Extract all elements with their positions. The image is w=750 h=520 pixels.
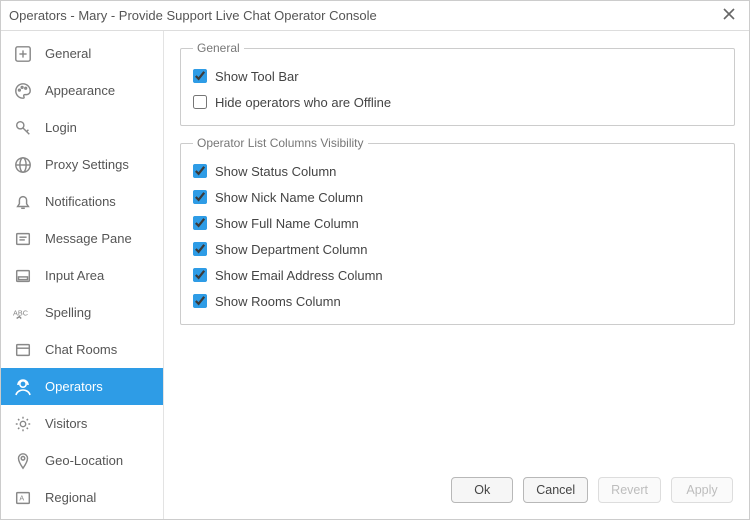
group-general: General Show Tool Bar Hide operators who … <box>180 41 735 126</box>
svg-text:ABC: ABC <box>13 308 28 317</box>
window-title: Operators - Mary - Provide Support Live … <box>9 8 717 23</box>
abc-icon: ABC <box>13 303 33 323</box>
checkbox-label[interactable]: Show Department Column <box>215 242 367 257</box>
sidebar-item-message-pane[interactable]: Message Pane <box>1 220 163 257</box>
button-row: Ok Cancel Revert Apply <box>180 477 735 509</box>
checkbox-label[interactable]: Show Tool Bar <box>215 69 299 84</box>
sidebar-item-diagnostics[interactable]: Diagnostics <box>1 516 163 519</box>
revert-button[interactable]: Revert <box>598 477 661 503</box>
sidebar-item-chat-rooms[interactable]: Chat Rooms <box>1 331 163 368</box>
checkbox-label[interactable]: Show Rooms Column <box>215 294 341 309</box>
checkbox-label[interactable]: Show Email Address Column <box>215 268 383 283</box>
sidebar-item-label: Appearance <box>45 83 115 98</box>
option-row: Show Full Name Column <box>193 210 722 236</box>
option-row: Hide operators who are Offline <box>193 89 722 115</box>
pin-icon <box>13 451 33 471</box>
option-row: Show Tool Bar <box>193 63 722 89</box>
key-icon <box>13 118 33 138</box>
option-row: Show Rooms Column <box>193 288 722 314</box>
checkbox-show-tool-bar[interactable] <box>193 69 207 83</box>
sidebar-item-proxy-settings[interactable]: Proxy Settings <box>1 146 163 183</box>
checkbox-hide-operators-who-are-offline[interactable] <box>193 95 207 109</box>
titlebar: Operators - Mary - Provide Support Live … <box>1 1 749 31</box>
sidebar-item-label: Login <box>45 120 77 135</box>
sidebar-item-operators[interactable]: Operators <box>1 368 163 405</box>
content-pane: General Show Tool Bar Hide operators who … <box>164 31 749 519</box>
bell-icon <box>13 192 33 212</box>
sidebar-item-label: Spelling <box>45 305 91 320</box>
sidebar-item-appearance[interactable]: Appearance <box>1 72 163 109</box>
sidebar-item-login[interactable]: Login <box>1 109 163 146</box>
sidebar-item-label: General <box>45 46 91 61</box>
sidebar-item-label: Notifications <box>45 194 116 209</box>
checkbox-show-department-column[interactable] <box>193 242 207 256</box>
input-icon <box>13 266 33 286</box>
option-row: Show Status Column <box>193 158 722 184</box>
group-columns-legend: Operator List Columns Visibility <box>193 136 368 150</box>
operator-icon <box>13 377 33 397</box>
sidebar-item-notifications[interactable]: Notifications <box>1 183 163 220</box>
sidebar-item-label: Message Pane <box>45 231 132 246</box>
group-columns: Operator List Columns Visibility Show St… <box>180 136 735 325</box>
sidebar-item-label: Geo-Location <box>45 453 123 468</box>
option-row: Show Nick Name Column <box>193 184 722 210</box>
sidebar-item-label: Visitors <box>45 416 87 431</box>
sidebar-item-label: Proxy Settings <box>45 157 129 172</box>
gear-icon <box>13 414 33 434</box>
sidebar: General Appearance Login Proxy Settings Noti… <box>1 31 164 519</box>
apply-button[interactable]: Apply <box>671 477 733 503</box>
checkbox-show-email-address-column[interactable] <box>193 268 207 282</box>
sidebar-item-input-area[interactable]: Input Area <box>1 257 163 294</box>
sidebar-item-label: Chat Rooms <box>45 342 117 357</box>
svg-text:A: A <box>19 493 24 502</box>
window-icon <box>13 340 33 360</box>
checkbox-label[interactable]: Show Nick Name Column <box>215 190 363 205</box>
sidebar-item-label: Input Area <box>45 268 104 283</box>
group-general-legend: General <box>193 41 244 55</box>
checkbox-label[interactable]: Show Full Name Column <box>215 216 359 231</box>
plus-square-icon <box>13 44 33 64</box>
option-row: Show Department Column <box>193 236 722 262</box>
checkbox-show-nick-name-column[interactable] <box>193 190 207 204</box>
sidebar-item-label: Operators <box>45 379 103 394</box>
sidebar-item-general[interactable]: General <box>1 35 163 72</box>
sidebar-item-visitors[interactable]: Visitors <box>1 405 163 442</box>
sidebar-item-geo-location[interactable]: Geo-Location <box>1 442 163 479</box>
checkbox-label[interactable]: Hide operators who are Offline <box>215 95 391 110</box>
checkbox-show-rooms-column[interactable] <box>193 294 207 308</box>
sidebar-item-spelling[interactable]: ABC Spelling <box>1 294 163 331</box>
palette-icon <box>13 81 33 101</box>
globe-icon <box>13 155 33 175</box>
close-button[interactable] <box>717 4 741 28</box>
regional-icon: A <box>13 488 33 508</box>
panel-icon <box>13 229 33 249</box>
close-icon <box>723 8 735 23</box>
checkbox-show-full-name-column[interactable] <box>193 216 207 230</box>
option-row: Show Email Address Column <box>193 262 722 288</box>
sidebar-item-label: Regional <box>45 490 96 505</box>
cancel-button[interactable]: Cancel <box>523 477 588 503</box>
sidebar-item-regional[interactable]: A Regional <box>1 479 163 516</box>
checkbox-label[interactable]: Show Status Column <box>215 164 336 179</box>
ok-button[interactable]: Ok <box>451 477 513 503</box>
checkbox-show-status-column[interactable] <box>193 164 207 178</box>
